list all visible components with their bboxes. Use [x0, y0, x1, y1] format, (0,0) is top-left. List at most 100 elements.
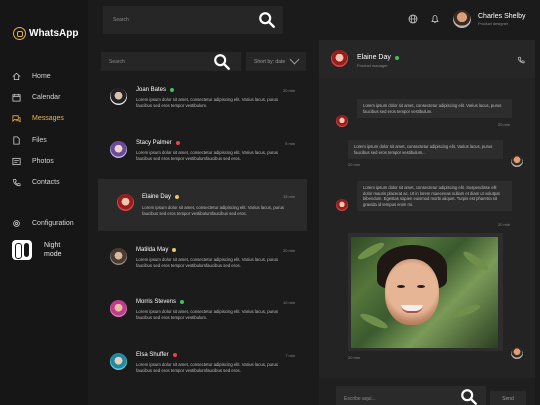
contact-name: Joan Bates: [136, 87, 167, 93]
whatsapp-logo-icon: [13, 27, 26, 40]
status-away-icon: [172, 248, 177, 252]
sidebar-item-home[interactable]: Home: [12, 72, 51, 81]
sidebar-item-label: Photos: [32, 158, 54, 165]
contact-name: Elsa Shuffer: [136, 352, 169, 358]
avatar: [117, 194, 134, 211]
contact-item-elsa-shuffer[interactable]: Elsa Shuffer 7 min Lorem ipsum dolor sit…: [98, 345, 307, 397]
sidebar-item-label: Home: [32, 73, 51, 80]
status-away-icon: [175, 195, 180, 199]
user-role: Product designer: [478, 21, 509, 26]
phone-icon[interactable]: [517, 56, 525, 64]
calendar-icon: [12, 93, 21, 102]
sidebar-item-photos[interactable]: Photos: [12, 157, 54, 166]
contact-time: 20 min: [282, 88, 295, 93]
sidebar-item-contacts[interactable]: Contacts: [12, 178, 60, 187]
contact-item-morris-stevens[interactable]: Morris Stevens 10 min Lorem ipsum dolor …: [98, 292, 307, 344]
contact-name: Elaine Day: [142, 194, 172, 200]
avatar: [110, 248, 127, 265]
contact-item-joan-bates[interactable]: Joan Bates 20 min Lorem ipsum dolor sit …: [98, 80, 307, 132]
avatar: [110, 141, 127, 158]
avatar: [511, 155, 523, 167]
sidebar-item-label: Contacts: [32, 179, 60, 186]
contact-time: 5 min: [285, 141, 295, 146]
app-logo[interactable]: WhatsApp: [13, 27, 78, 40]
contact-item-stacy-palmer[interactable]: Stacy Palmer 5 min Lorem ipsum dolor sit…: [98, 133, 307, 185]
sidebar-item-messages[interactable]: Messages: [12, 114, 64, 123]
avatar: [336, 199, 348, 211]
status-online-icon: [394, 55, 399, 60]
avatar: [110, 88, 127, 105]
gear-icon: [13, 220, 20, 227]
sidebar-item-label: Files: [32, 137, 47, 144]
contact-name: Stacy Palmer: [136, 140, 172, 146]
files-icon: [13, 136, 20, 145]
top-search-box[interactable]: Search: [103, 6, 283, 34]
sidebar-item-label: Messages: [32, 115, 64, 122]
photos-icon: [12, 157, 21, 166]
sidebar-item-files[interactable]: Files: [12, 136, 47, 145]
send-button[interactable]: Send: [490, 391, 526, 405]
sidebar: WhatsApp Home Calendar Messages Files Ph…: [0, 0, 88, 405]
status-online-icon: [180, 300, 185, 304]
search-icon[interactable]: [213, 53, 231, 71]
contact-name: Matilda May: [136, 247, 169, 253]
contacts-icon: [12, 178, 21, 187]
messages-icon: [12, 115, 21, 123]
sidebar-item-configuration[interactable]: Configuration: [12, 219, 74, 228]
contact-time: 10 min: [282, 300, 295, 305]
contact-time: 15 min: [282, 194, 295, 199]
app-name: WhatsApp: [29, 28, 79, 39]
sort-dropdown[interactable]: Short by: date: [246, 52, 306, 71]
status-busy-icon: [175, 141, 180, 145]
status-online-icon: [170, 88, 175, 92]
status-busy-icon: [172, 353, 177, 357]
sidebar-item-label: Calendar: [32, 94, 61, 101]
message-time: 20 min: [348, 355, 361, 360]
avatar[interactable]: [453, 10, 471, 28]
sort-label: Short by: date: [254, 59, 286, 65]
contact-search-input[interactable]: Search: [109, 59, 125, 65]
contact-item-matilda-may[interactable]: Matilda May 20 min Lorem ipsum dolor sit…: [98, 240, 307, 292]
message-time: 20 min: [498, 122, 511, 127]
message-preview: Lorem ipsum dolor sit amet, consectetur …: [142, 205, 285, 216]
message-input-box[interactable]: Escribe aqui...: [336, 386, 486, 405]
contact-time: 20 min: [282, 248, 295, 253]
shared-photo[interactable]: [351, 237, 498, 348]
search-icon[interactable]: [258, 11, 276, 29]
user-name: Charles Shelby: [478, 13, 526, 20]
message-input[interactable]: Escribe aqui...: [344, 396, 376, 402]
toggle-switch-icon[interactable]: [12, 240, 32, 260]
search-input[interactable]: Search: [113, 17, 129, 23]
contact-name: Morris Stevens: [136, 299, 177, 305]
globe-icon[interactable]: [408, 14, 418, 24]
message-preview: Lorem ipsum dolor sit amet, consectetur …: [136, 362, 279, 373]
sidebar-item-calendar[interactable]: Calendar: [12, 93, 60, 102]
contact-time: 7 min: [285, 353, 295, 358]
chat-contact-role: Product manager: [357, 63, 388, 68]
chat-header: Elaine Day Product manager: [319, 40, 535, 78]
bell-icon[interactable]: [430, 14, 440, 24]
night-mode-label: Night mode: [44, 242, 62, 258]
search-icon[interactable]: [460, 388, 478, 405]
message-bubble: Lorem ipsum dolor sit amet, consectetur …: [348, 140, 503, 159]
home-icon: [12, 72, 21, 81]
message-time: 20 min: [498, 222, 511, 227]
contact-search-box[interactable]: Search: [101, 52, 241, 71]
avatar: [511, 347, 523, 359]
avatar: [336, 115, 348, 127]
chat-contact-name: Elaine Day: [357, 54, 391, 61]
avatar: [110, 353, 127, 370]
avatar: [331, 50, 348, 67]
message-preview: Lorem ipsum dolor sit amet, consectetur …: [136, 150, 279, 161]
avatar: [110, 300, 127, 317]
night-mode-toggle[interactable]: Night mode: [12, 240, 68, 260]
message-preview: Lorem ipsum dolor sit amet, consectetur …: [136, 309, 279, 320]
message-bubble: Lorem ipsum dolor sit amet, consectetur …: [357, 99, 512, 118]
contact-item-elaine-day[interactable]: Elaine Day 15 min Lorem ipsum dolor sit …: [98, 179, 307, 231]
message-bubble: Lorem ipsum dolor sit amet, consectetur …: [357, 181, 512, 211]
sidebar-item-label: Configuration: [32, 220, 74, 227]
message-preview: Lorem ipsum dolor sit amet, consectetur …: [136, 97, 279, 108]
chevron-down-icon: [289, 54, 300, 65]
message-preview: Lorem ipsum dolor sit amet, consectetur …: [136, 257, 279, 268]
message-time: 20 min: [348, 162, 361, 167]
